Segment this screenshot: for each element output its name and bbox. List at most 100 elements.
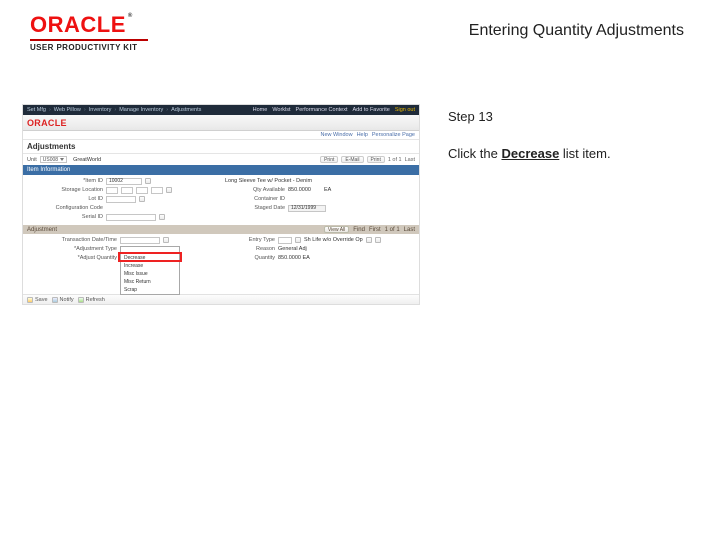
adjustment-label: Adjustment: [27, 227, 57, 233]
perf-context-link[interactable]: Performance Context: [296, 107, 348, 113]
quantity-row: Quantity 850.0000 EA: [225, 254, 415, 262]
lookup-icon[interactable]: [166, 187, 172, 193]
storage-field-4[interactable]: [151, 187, 163, 194]
item-id-field[interactable]: 10002: [106, 178, 142, 185]
storage-field-1[interactable]: [106, 187, 118, 194]
crumb[interactable]: Adjustments: [171, 107, 201, 113]
content-row: Set Mfg› Web Pillow› Inventory› Manage I…: [0, 60, 720, 305]
lot-row: Lot ID: [27, 195, 217, 203]
oracle-upk-logo: ORACLE® USER PRODUCTIVITY KIT: [30, 14, 148, 52]
adjust-type-dropdown: Decrease Increase Misc Issue Misc Return…: [120, 253, 180, 295]
unit-name: GreatWorld: [73, 157, 101, 163]
instruction-post: list item.: [559, 146, 610, 161]
staged-row: Staged Date 12/31/1999: [225, 204, 415, 212]
staged-date-field[interactable]: 12/31/1999: [288, 205, 326, 212]
save-button[interactable]: Save: [27, 297, 48, 303]
app-footer: Save Notify Refresh: [23, 294, 419, 304]
help-link[interactable]: Help: [357, 132, 368, 138]
storage-field-3[interactable]: [136, 187, 148, 194]
app-page-title: Adjustments: [27, 142, 75, 151]
app-sublinks: New Window Help Personalize Page: [23, 131, 419, 140]
save-icon: [27, 297, 33, 303]
adjust-type-combo[interactable]: Decrease Increase Misc Issue Misc Return…: [120, 246, 180, 253]
entry-type-label: Entry Type: [225, 237, 275, 243]
refresh-button[interactable]: Refresh: [78, 297, 105, 303]
personalize-link[interactable]: Personalize Page: [372, 132, 415, 138]
last-link[interactable]: Last: [404, 227, 415, 233]
lookup-icon[interactable]: [139, 196, 145, 202]
email-button[interactable]: E-Mail: [341, 156, 363, 163]
entry-type-field[interactable]: [278, 237, 292, 244]
chevron-down-icon: [60, 158, 64, 161]
list-item-decrease[interactable]: Decrease: [121, 254, 179, 262]
lot-field[interactable]: [106, 196, 136, 203]
reason-value: General Adj: [278, 246, 307, 252]
refresh-icon: [78, 297, 84, 303]
breadcrumb: Set Mfg› Web Pillow› Inventory› Manage I…: [27, 107, 201, 113]
spacer: [225, 213, 415, 221]
record-nav: 1 of 1: [388, 157, 402, 163]
item-info-form: *Item ID 10002 Long Sleeve Tee w/ Pocket…: [23, 175, 419, 225]
delete-row-icon[interactable]: [375, 237, 381, 243]
view-all-button[interactable]: View All: [324, 226, 349, 233]
print-button[interactable]: Print: [320, 156, 338, 163]
uom-value: EA: [324, 187, 331, 193]
oracle-wordmark: ORACLE®: [30, 14, 148, 36]
registered-mark: ®: [128, 13, 133, 19]
storage-label: Storage Location: [27, 187, 103, 193]
serial-label: Serial ID: [27, 214, 103, 220]
notify-label: Notify: [60, 297, 74, 303]
unit-label: Unit: [27, 157, 37, 163]
instruction-pre: Click the: [448, 146, 501, 161]
item-info-band: Item Information: [23, 165, 419, 175]
crumb[interactable]: Set Mfg: [27, 107, 46, 113]
container-label: Container ID: [225, 196, 285, 202]
home-link[interactable]: Home: [253, 107, 268, 113]
worklist-link[interactable]: Worklst: [272, 107, 290, 113]
item-id-row: *Item ID 10002: [27, 177, 217, 185]
txn-date-row: Transaction Date/Time: [27, 236, 217, 244]
list-item-scrap[interactable]: Scrap: [121, 286, 179, 294]
print2-button[interactable]: Print: [367, 156, 385, 163]
list-item-increase[interactable]: Increase: [121, 262, 179, 270]
crumb[interactable]: Inventory: [89, 107, 112, 113]
serial-field[interactable]: [106, 214, 156, 221]
adjust-type-row: *Adjustment Type Decrease Increase Misc …: [27, 245, 217, 253]
toolbar-actions: Print E-Mail Print 1 of 1 Last: [320, 156, 415, 163]
crumb[interactable]: Web Pillow: [54, 107, 81, 113]
topbar-links: Home Worklst Performance Context Add to …: [253, 107, 415, 113]
grid-nav: 1 of 1: [385, 227, 400, 233]
last-link[interactable]: Last: [405, 157, 415, 163]
find-link[interactable]: Find: [353, 227, 365, 233]
new-window-link[interactable]: New Window: [320, 132, 352, 138]
add-row-icon[interactable]: [366, 237, 372, 243]
crumb[interactable]: Manage Inventory: [119, 107, 163, 113]
lookup-icon[interactable]: [145, 178, 151, 184]
calendar-icon[interactable]: [163, 237, 169, 243]
quantity-value: 850.0000 EA: [278, 255, 310, 261]
storage-field-2[interactable]: [121, 187, 133, 194]
upk-subline: USER PRODUCTIVITY KIT: [30, 43, 148, 52]
notify-button[interactable]: Notify: [52, 297, 74, 303]
screenshot-wrap: Set Mfg› Web Pillow› Inventory› Manage I…: [22, 104, 420, 305]
lookup-icon[interactable]: [295, 237, 301, 243]
item-description: Long Sleeve Tee w/ Pocket - Denim: [225, 178, 312, 184]
app-topbar: Set Mfg› Web Pillow› Inventory› Manage I…: [23, 105, 419, 115]
add-favorite-link[interactable]: Add to Favorite: [353, 107, 390, 113]
adjustment-band: Adjustment View All Find First 1 of 1 La…: [23, 225, 419, 234]
sign-out-link[interactable]: Sign out: [395, 107, 415, 113]
config-label: Configuration Code: [27, 205, 103, 211]
first-link[interactable]: First: [369, 227, 381, 233]
adjust-type-input[interactable]: [120, 246, 180, 253]
txn-date-field[interactable]: [120, 237, 160, 244]
list-item-misc-issue[interactable]: Misc Issue: [121, 270, 179, 278]
app-toolbar: Unit US008 GreatWorld Print E-Mail Print…: [23, 154, 419, 165]
qty-avail-row: Qty Available 850.0000 EA: [225, 186, 415, 194]
container-row: Container ID: [225, 195, 415, 203]
lookup-icon[interactable]: [159, 214, 165, 220]
page-header: ORACLE® USER PRODUCTIVITY KIT Entering Q…: [0, 0, 720, 60]
unit-select[interactable]: US008: [40, 156, 67, 163]
entry-type-row: Entry Type Sh Life w/o Override Op: [225, 236, 415, 244]
qty-avail-label: Qty Available: [225, 187, 285, 193]
list-item-misc-return[interactable]: Misc Return: [121, 278, 179, 286]
